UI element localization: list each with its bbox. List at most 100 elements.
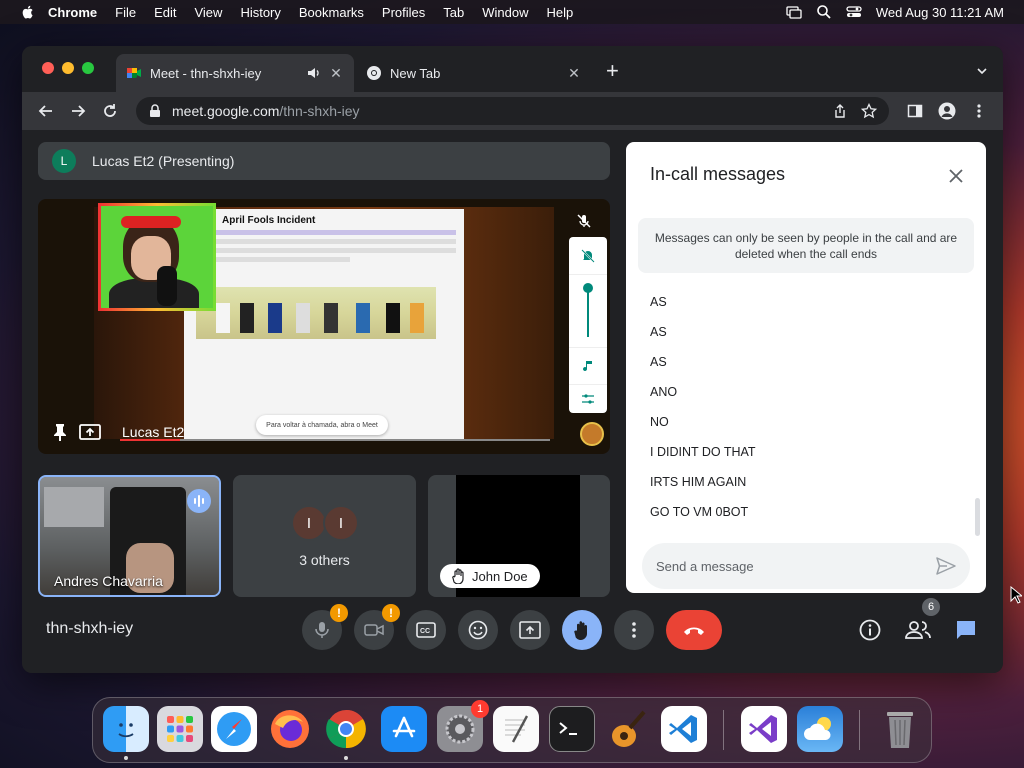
- meet-control-bar: thn-shxh-iey ! ! CC 6: [22, 598, 1003, 673]
- mic-warning-icon: !: [330, 604, 348, 622]
- control-center-icon[interactable]: [846, 4, 862, 20]
- menu-help[interactable]: Help: [547, 5, 574, 20]
- new-tab-plus-icon[interactable]: +: [606, 60, 619, 82]
- weather-icon[interactable]: [797, 706, 843, 752]
- presentation-side-controls: [569, 237, 607, 413]
- menu-bookmarks[interactable]: Bookmarks: [299, 5, 364, 20]
- raised-hand-badge: John Doe: [440, 564, 540, 588]
- safari-icon[interactable]: [211, 706, 257, 752]
- firefox-icon[interactable]: [267, 706, 313, 752]
- menu-view[interactable]: View: [194, 5, 222, 20]
- people-button[interactable]: 6: [900, 598, 940, 648]
- back-arrow-icon[interactable]: [32, 97, 60, 125]
- raised-hand-icon: [452, 568, 464, 584]
- minimize-window-button[interactable]: [62, 62, 74, 74]
- menu-tab[interactable]: Tab: [443, 5, 464, 20]
- chat-message: GO TO VM 0BOT: [650, 505, 749, 519]
- menu-edit[interactable]: Edit: [154, 5, 176, 20]
- screen-share-icon[interactable]: [78, 420, 102, 444]
- close-tab-icon[interactable]: ✕: [328, 65, 344, 81]
- tab-audio-icon[interactable]: [306, 65, 322, 81]
- presentation-stage[interactable]: April Fools Incident Para voltar à chama…: [38, 199, 610, 454]
- chat-composer: [642, 543, 970, 589]
- tab-new-tab[interactable]: New Tab ✕: [356, 54, 592, 92]
- present-button[interactable]: [510, 610, 550, 650]
- system-settings-icon[interactable]: 1: [437, 700, 489, 752]
- bookmark-star-icon[interactable]: [861, 103, 877, 119]
- chat-notice: Messages can only be seen by people in t…: [638, 218, 974, 273]
- chat-button[interactable]: [948, 612, 984, 648]
- app-store-icon[interactable]: [381, 706, 427, 752]
- reactions-button[interactable]: [458, 610, 498, 650]
- notification-off-icon[interactable]: [569, 237, 607, 275]
- trash-icon[interactable]: [877, 706, 923, 752]
- participant-tile-andres[interactable]: Andres Chavarria: [38, 475, 221, 597]
- chat-message: AS: [650, 355, 667, 369]
- more-options-button[interactable]: [614, 610, 654, 650]
- info-icon: [859, 619, 881, 641]
- leave-call-button[interactable]: [666, 610, 722, 650]
- participant-tile-john[interactable]: John Doe: [428, 475, 610, 597]
- side-panel-icon[interactable]: [901, 97, 929, 125]
- window-controls: [42, 62, 94, 74]
- forward-arrow-icon[interactable]: [64, 97, 92, 125]
- tab-title: Meet - thn-shxh-iey: [150, 65, 262, 81]
- music-note-icon[interactable]: [569, 347, 607, 385]
- lock-icon[interactable]: [148, 104, 162, 118]
- spotlight-search-icon[interactable]: [816, 4, 832, 20]
- pin-icon[interactable]: [48, 420, 72, 444]
- close-tab-icon[interactable]: ✕: [566, 65, 582, 81]
- vscode-icon[interactable]: [661, 706, 707, 752]
- share-icon[interactable]: [833, 104, 847, 118]
- visual-studio-icon[interactable]: [741, 706, 787, 752]
- zoom-window-button[interactable]: [82, 62, 94, 74]
- chat-scrollbar[interactable]: [975, 498, 980, 536]
- camera-warning-icon: !: [382, 604, 400, 622]
- url-host: meet.google.com: [172, 103, 280, 119]
- chat-message: IRTS HIM AGAIN: [650, 475, 747, 489]
- send-icon[interactable]: [936, 557, 956, 575]
- presenter-webcam-overlay: [98, 203, 216, 311]
- message-input[interactable]: [656, 558, 936, 574]
- meeting-details-button[interactable]: [852, 612, 888, 648]
- dock-separator: [723, 710, 724, 750]
- camera-button[interactable]: !: [354, 604, 400, 650]
- chat-panel-title: In-call messages: [650, 164, 786, 184]
- address-bar[interactable]: meet.google.com/thn-shxh-iey: [136, 97, 889, 125]
- chrome-menu-icon[interactable]: [965, 97, 993, 125]
- chrome-icon[interactable]: [323, 706, 369, 760]
- menu-file[interactable]: File: [115, 5, 136, 20]
- profile-icon[interactable]: [933, 97, 961, 125]
- menu-history[interactable]: History: [240, 5, 280, 20]
- menubar-clock[interactable]: Wed Aug 30 11:21 AM: [876, 5, 1004, 20]
- meeting-code: thn-shxh-iey: [46, 620, 134, 637]
- tab-strip: Meet - thn-shxh-iey ✕ New Tab ✕ +: [22, 46, 1003, 92]
- apple-menu-icon[interactable]: [20, 4, 36, 20]
- menu-window[interactable]: Window: [482, 5, 528, 20]
- finder-icon[interactable]: [103, 706, 149, 760]
- participant-tile-others[interactable]: I I 3 others: [233, 475, 416, 597]
- close-icon[interactable]: [944, 164, 968, 188]
- tab-search-chevron-icon[interactable]: [975, 64, 989, 78]
- launchpad-icon[interactable]: [157, 706, 203, 752]
- presenter-label: Lucas Et2 (Presenting): [92, 153, 235, 169]
- terminal-icon[interactable]: [549, 706, 595, 752]
- url-path: /thn-shxh-iey: [279, 103, 360, 119]
- tab-meet[interactable]: Meet - thn-shxh-iey ✕: [116, 54, 354, 92]
- raise-hand-button[interactable]: [562, 610, 602, 650]
- menu-app-name[interactable]: Chrome: [48, 5, 97, 20]
- menu-profiles[interactable]: Profiles: [382, 5, 425, 20]
- close-window-button[interactable]: [42, 62, 54, 74]
- more-vert-icon: [632, 622, 636, 638]
- screen-mirroring-icon[interactable]: [786, 4, 802, 20]
- garageband-icon[interactable]: [605, 706, 651, 752]
- reload-icon[interactable]: [96, 97, 124, 125]
- equalizer-settings-icon[interactable]: [569, 385, 607, 413]
- volume-slider[interactable]: [569, 275, 607, 347]
- chat-message: NO: [650, 415, 669, 429]
- microphone-button[interactable]: !: [302, 604, 348, 650]
- svg-text:CC: CC: [420, 628, 430, 635]
- captions-button[interactable]: CC: [406, 610, 446, 650]
- chat-message: I DIDINT DO THAT: [650, 445, 756, 459]
- textedit-icon[interactable]: [493, 706, 539, 752]
